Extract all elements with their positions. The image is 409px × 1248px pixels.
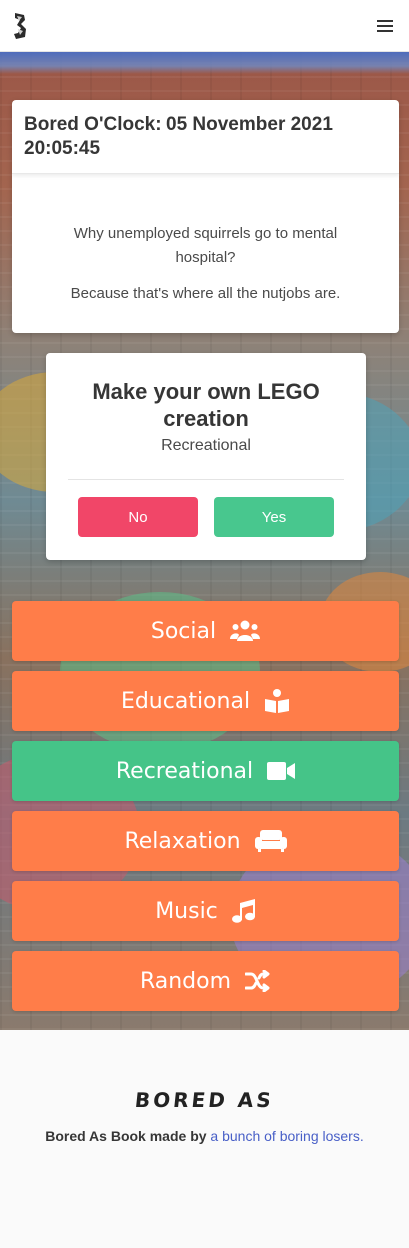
category-music-button[interactable]: Music	[12, 881, 399, 941]
category-recreational-button[interactable]: Recreational	[12, 741, 399, 801]
book-reader-icon	[264, 689, 290, 713]
activity-name: Make your own LEGO creation	[92, 379, 320, 431]
category-social-button[interactable]: Social	[12, 601, 399, 661]
category-music-label: Music	[155, 898, 218, 924]
category-educational-label: Educational	[120, 688, 251, 714]
category-relaxation-label: Relaxation	[124, 828, 241, 854]
joke-answer: Because that's where all the nutjobs are…	[70, 285, 341, 302]
category-relaxation-button[interactable]: Relaxation	[12, 811, 399, 871]
activity-type: Recreational	[161, 437, 251, 454]
category-random-label: Random	[139, 968, 232, 994]
video-camera-icon	[267, 761, 296, 781]
footer: BORED AS Bored As Book made by a bunch o…	[0, 1030, 409, 1248]
joke-question: Why unemployed squirrels go to mental ho…	[73, 225, 338, 266]
hamburger-menu-icon[interactable]	[374, 18, 396, 34]
shuffle-icon	[245, 970, 271, 992]
yes-button[interactable]: Yes	[214, 497, 334, 537]
clock-header: Bored O'Clock: 05 November 2021 20:05:45	[12, 100, 399, 174]
music-note-icon	[231, 899, 256, 923]
clock-card: Bored O'Clock: 05 November 2021 20:05:45…	[12, 100, 399, 333]
category-educational-button[interactable]: Educational	[12, 671, 399, 731]
footer-credit: Bored As Book made by a bunch of boring …	[0, 1128, 409, 1144]
activity-divider	[68, 479, 344, 480]
category-recreational-label: Recreational	[115, 758, 254, 784]
no-button[interactable]: No	[78, 497, 198, 537]
footer-brand: BORED AS	[133, 1088, 276, 1112]
navbar	[0, 0, 409, 52]
users-icon	[230, 619, 261, 643]
activity-card: Make your own LEGO creation Recreational…	[46, 353, 366, 560]
footer-credit-link[interactable]: a bunch of boring losers.	[210, 1128, 363, 1144]
category-random-button[interactable]: Random	[12, 951, 399, 1011]
clock-label: Bored O'Clock:	[24, 114, 162, 135]
joke: Why unemployed squirrels go to mental ho…	[12, 222, 399, 306]
footer-credit-text: Bored As Book made by	[45, 1128, 207, 1144]
category-social-label: Social	[150, 618, 217, 644]
bored-as-logo-icon[interactable]	[12, 12, 28, 40]
couch-icon	[254, 830, 287, 852]
